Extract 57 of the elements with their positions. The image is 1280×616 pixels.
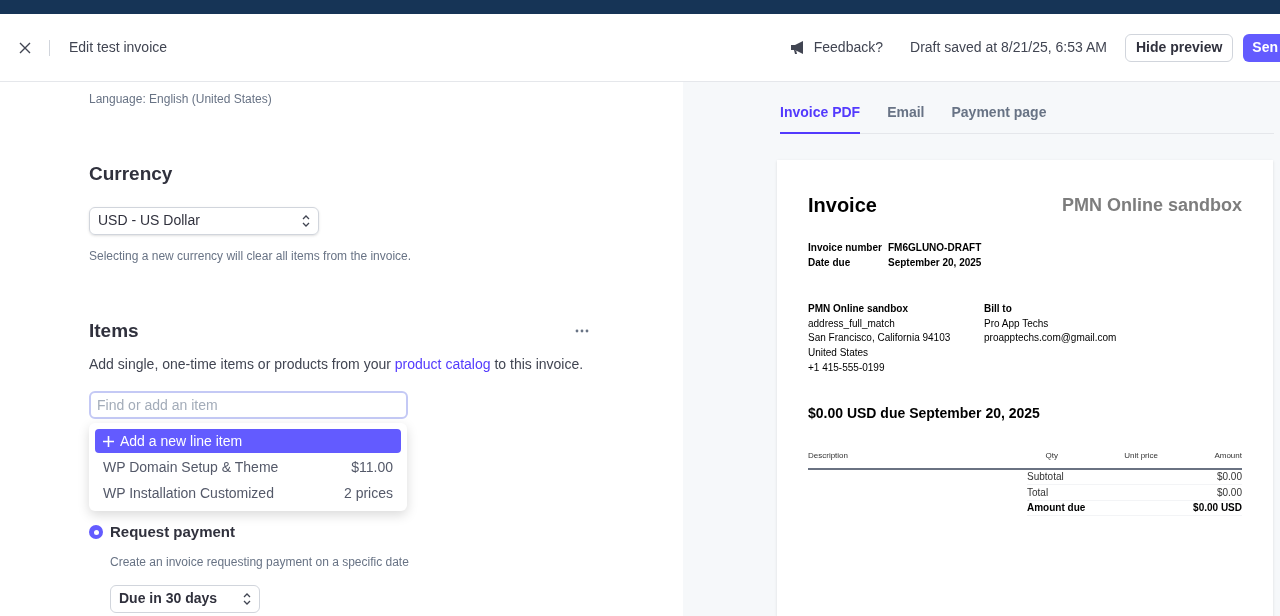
close-button[interactable] — [18, 40, 32, 55]
total-value: $0.00 — [1216, 485, 1242, 500]
megaphone-icon — [789, 41, 806, 54]
column-header: Unit price — [1123, 449, 1158, 462]
more-options-icon[interactable] — [575, 328, 589, 333]
total-label: Subtotal — [1027, 470, 1064, 485]
address-line: San Francisco, California 94103 — [808, 331, 952, 346]
address-line: +1 415-555-0199 — [808, 360, 886, 375]
draft-status: Draft saved at 8/21/25, 6:53 AM — [910, 38, 1107, 57]
option-description: Create an invoice requesting payment on a specific date — [110, 553, 410, 571]
option-label: Request payment — [110, 522, 236, 542]
total-value: $0.00 — [1216, 470, 1242, 485]
column-header: Amount — [1213, 449, 1242, 462]
meta-value: FM6GLUNO-DRAFT — [888, 241, 983, 255]
radio-button[interactable] — [89, 525, 103, 540]
company-name: PMN Online sandbox — [1061, 193, 1242, 217]
hide-preview-button[interactable]: Hide preview — [1124, 33, 1234, 62]
due-select[interactable]: Due in 30 days — [110, 584, 260, 613]
chevron-updown-icon — [302, 214, 310, 227]
total-label: Amount due — [1027, 501, 1086, 516]
page-title: Edit test invoice — [69, 38, 168, 57]
section-heading: Currency — [89, 162, 174, 186]
address-heading: Bill to — [984, 302, 1013, 316]
total-value: $0.00 USD — [1193, 501, 1242, 516]
item-search-field[interactable]: Find or add an item — [89, 391, 408, 419]
meta-label: Date due — [808, 256, 852, 270]
column-header: Description — [808, 449, 849, 462]
close-icon — [19, 41, 31, 54]
preview-tab[interactable]: Email — [887, 92, 925, 134]
address-line: proapptechs.com@gmail.com — [984, 331, 1117, 346]
amount-due-heading: $0.00 USD due September 20, 2025 — [808, 403, 1041, 423]
currency-note: Selecting a new currency will clear all items from the invoice. — [89, 247, 413, 265]
chevron-updown-icon — [243, 592, 251, 605]
total-label: Total — [1027, 485, 1049, 500]
item-price: $11.00 — [351, 457, 393, 477]
preview-tab[interactable]: Invoice PDF — [780, 92, 861, 134]
preview-tab[interactable]: Payment page — [951, 92, 1047, 134]
address-line: Pro App Techs — [984, 316, 1050, 331]
dropdown-option[interactable]: WP Installation Customized 2 prices — [95, 481, 401, 505]
section-heading: Items — [89, 318, 139, 343]
meta-value: September 20, 2025 — [888, 256, 983, 270]
address-line: United States — [808, 346, 870, 361]
currency-select[interactable]: USD - US Dollar — [89, 206, 319, 235]
address-heading: PMN Online sandbox — [808, 302, 909, 316]
send-button[interactable]: Sen — [1243, 33, 1280, 62]
dropdown-option[interactable]: Add a new line item — [95, 429, 401, 453]
feedback-link[interactable]: Feedback? — [789, 37, 884, 58]
items-description: Add single, one-time items or products from your product catalog to this invoice. — [89, 355, 585, 374]
column-header: Qty — [1044, 449, 1058, 462]
language-label: Language: English (United States) — [89, 91, 273, 108]
dropdown-option[interactable]: WP Domain Setup & Theme $11.00 — [95, 455, 401, 479]
invoice-title: Invoice — [808, 193, 877, 218]
meta-label: Invoice number — [808, 241, 883, 255]
plus-icon — [103, 435, 114, 447]
item-price: 2 prices — [343, 483, 393, 503]
address-line: address_full_match — [808, 316, 896, 331]
catalog-link[interactable]: product catalog — [394, 356, 491, 372]
